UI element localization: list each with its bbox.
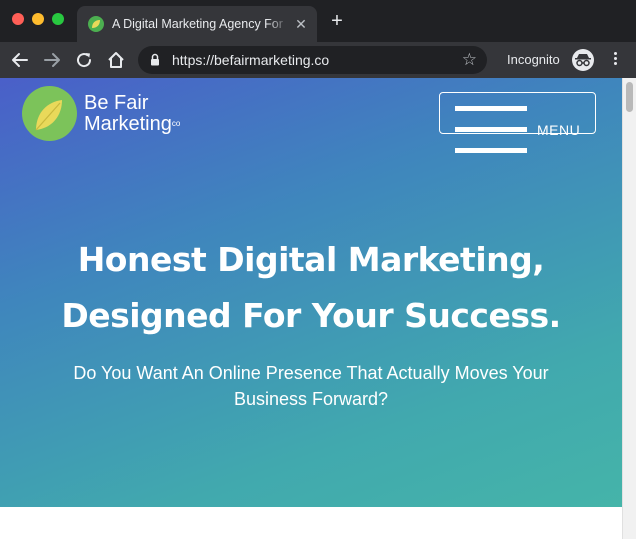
address-bar[interactable]: https://befairmarketing.co ☆ (138, 46, 487, 74)
leaf-logo-icon[interactable] (22, 86, 77, 141)
hero-headline-line2: Designed For Your Success. (61, 296, 561, 335)
window-maximize-button[interactable] (52, 13, 64, 25)
scrollbar-thumb[interactable] (626, 82, 633, 112)
lock-icon (150, 53, 160, 71)
back-arrow-icon[interactable] (8, 48, 32, 72)
browser-tab-active[interactable]: A Digital Marketing Agency For ✕ (77, 6, 317, 42)
hero-subheadline-line1: Do You Want An Online Presence That Actu… (73, 363, 549, 383)
browser-toolbar: https://befairmarketing.co ☆ Incognito (0, 42, 636, 78)
hero-headline: Honest Digital Marketing, Designed For Y… (0, 232, 622, 344)
hamburger-bar-icon (455, 148, 527, 153)
window-minimize-button[interactable] (32, 13, 44, 25)
logo-text-line2[interactable]: Marketingco (84, 113, 180, 135)
logo-text-line1[interactable]: Be Fair (84, 92, 148, 114)
address-url: https://befairmarketing.co (172, 52, 330, 68)
forward-arrow-icon[interactable] (40, 48, 64, 72)
tab-title-fade (267, 12, 289, 36)
logo-suffix: co (171, 119, 181, 128)
incognito-icon[interactable] (572, 49, 594, 71)
logo-text-line2-main: Marketing (84, 113, 172, 135)
menu-label: MENU (537, 122, 581, 138)
incognito-label: Incognito (507, 52, 560, 67)
leaf-favicon-icon (88, 16, 104, 32)
new-tab-icon[interactable]: + (326, 10, 348, 32)
home-icon[interactable] (104, 48, 128, 72)
hero-headline-line1: Honest Digital Marketing, (77, 240, 545, 279)
window-close-button[interactable] (12, 13, 24, 25)
menu-button[interactable]: MENU (439, 92, 596, 153)
browser-tab-strip: A Digital Marketing Agency For ✕ + (0, 0, 636, 42)
hamburger-bar-icon (455, 127, 527, 132)
page-scrollbar[interactable] (622, 78, 636, 539)
web-page: Be Fair Marketingco MENU Honest Digital … (0, 78, 622, 539)
hero-subheadline: Do You Want An Online Presence That Actu… (40, 360, 582, 412)
reload-icon[interactable] (72, 48, 96, 72)
hamburger-bar-icon (455, 106, 527, 111)
tab-close-icon[interactable]: ✕ (292, 15, 310, 33)
hero-subheadline-line2: Business Forward? (233, 389, 389, 409)
star-icon[interactable]: ☆ (462, 50, 477, 70)
more-menu-icon[interactable] (608, 50, 622, 70)
hero-section: Be Fair Marketingco MENU Honest Digital … (0, 78, 622, 507)
tab-title: A Digital Marketing Agency For (112, 17, 283, 31)
